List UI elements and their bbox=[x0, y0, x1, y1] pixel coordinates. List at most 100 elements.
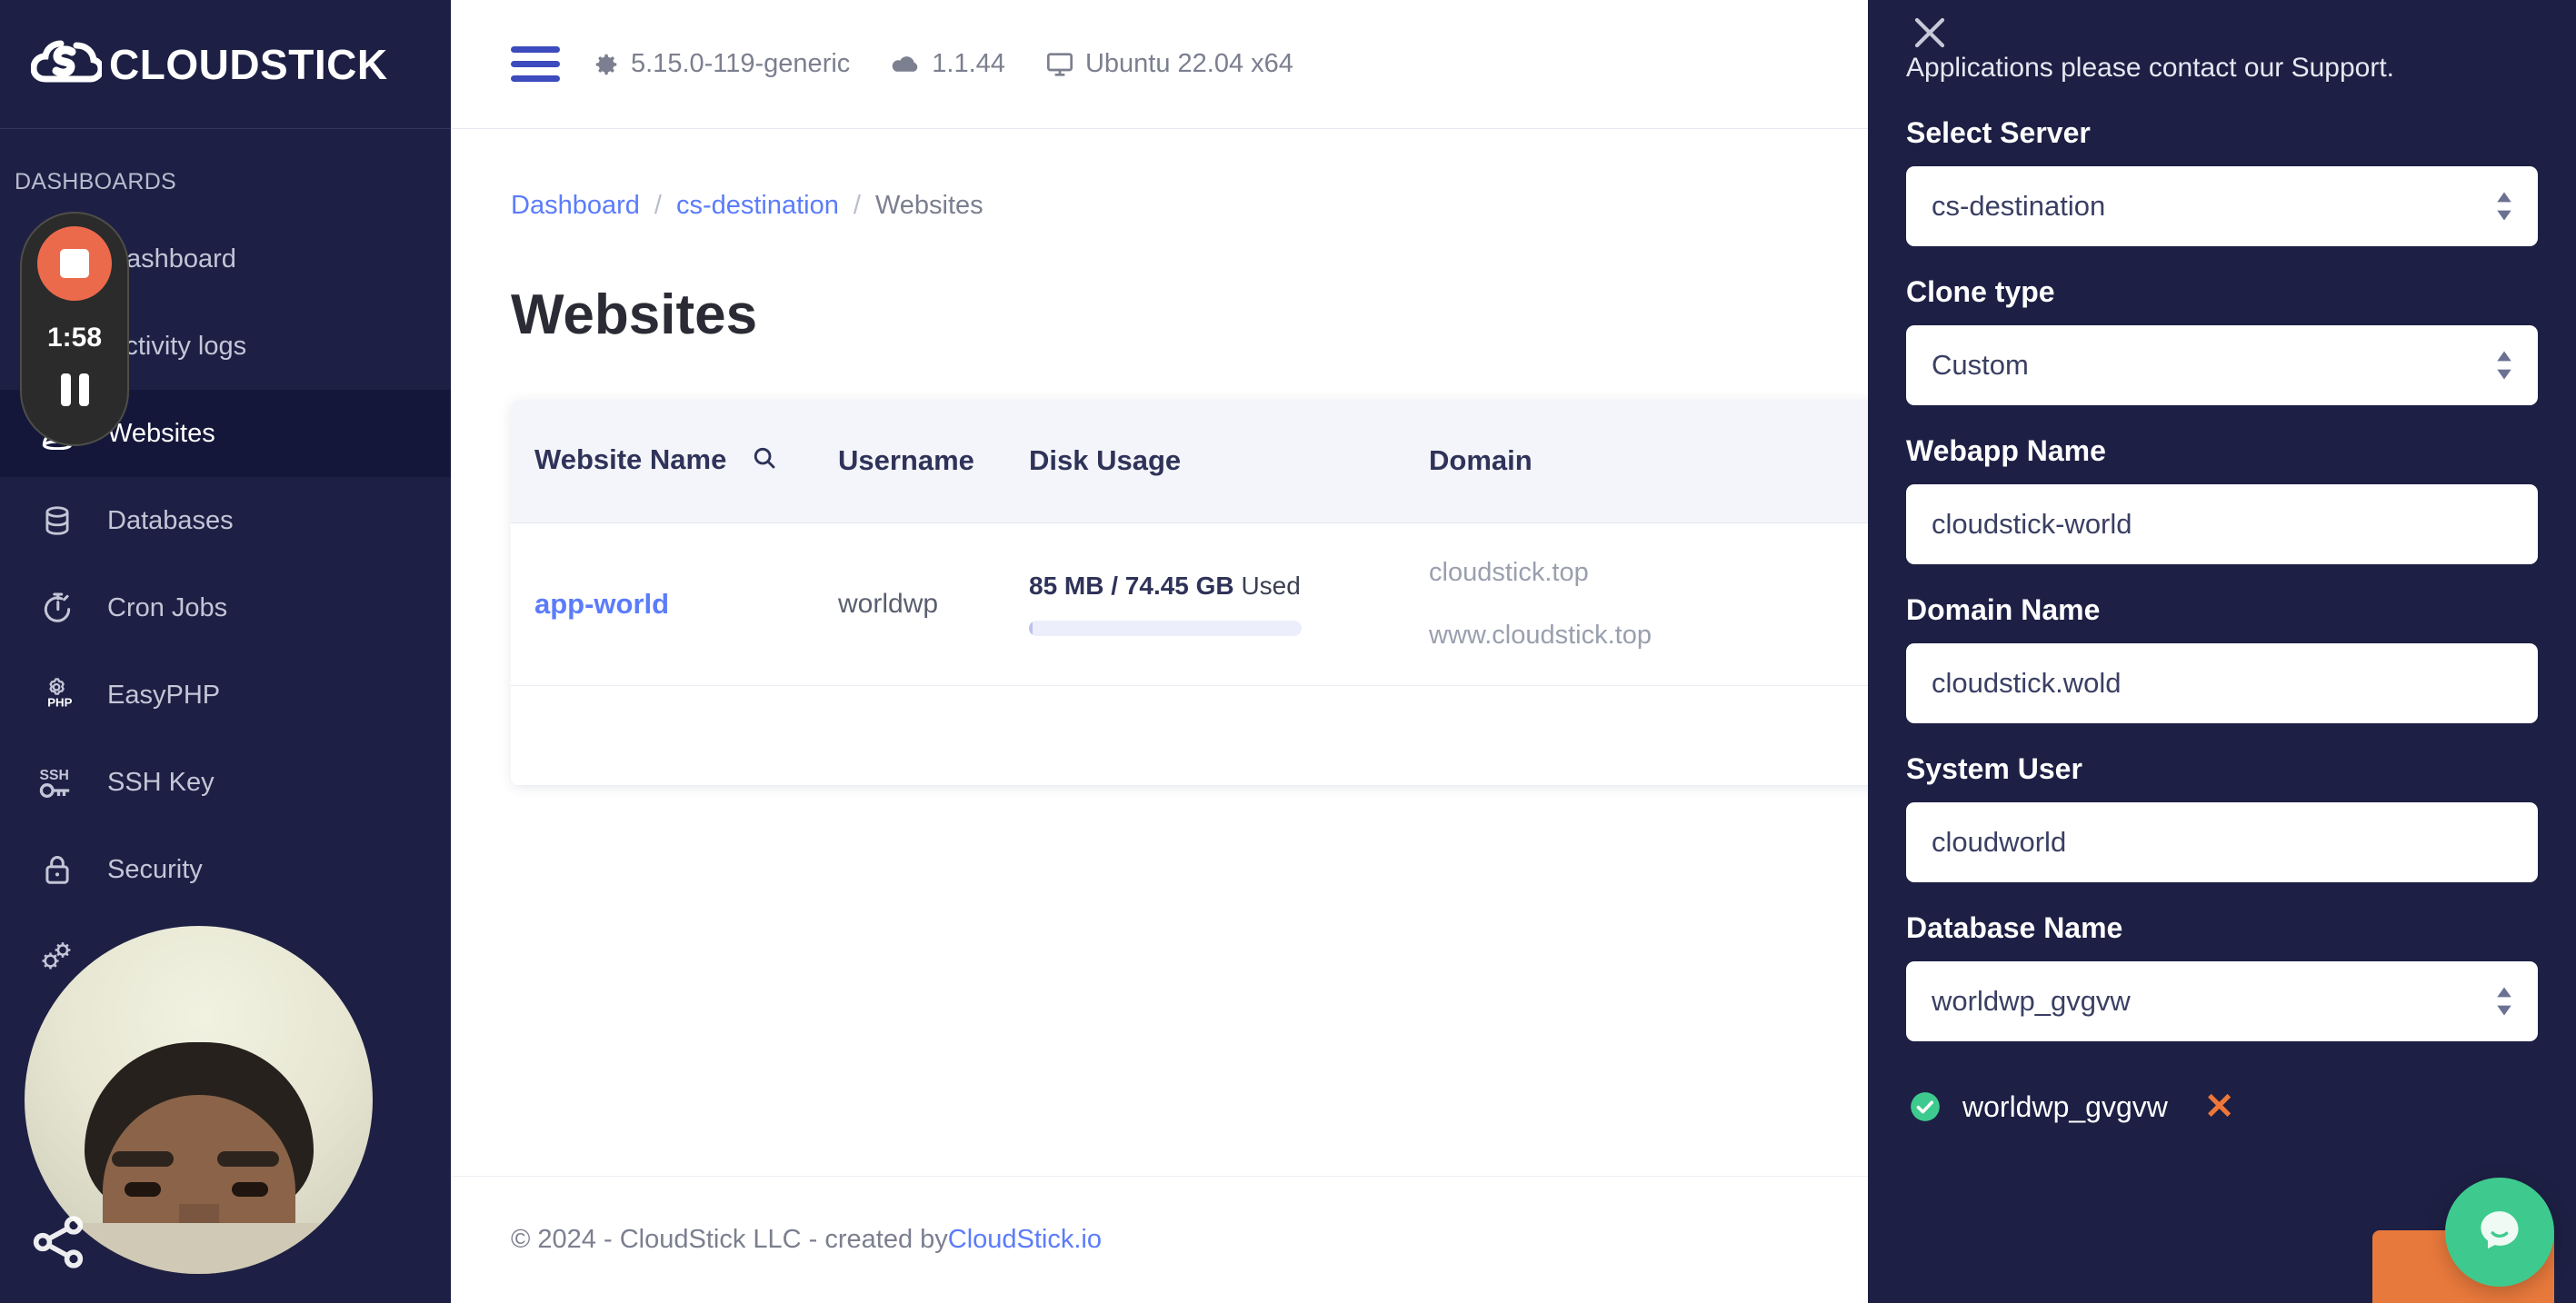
x-remove-icon[interactable]: ✕ bbox=[2204, 1089, 2235, 1125]
clone-webapp-panel: Applications please contact our Support.… bbox=[1868, 0, 2576, 1303]
breadcrumb-cs-destination[interactable]: cs-destination bbox=[676, 191, 839, 221]
domain-name-input[interactable]: cloudstick.wold bbox=[1906, 643, 2538, 723]
field-system-user: System User cloudworld bbox=[1868, 752, 2576, 882]
field-label: System User bbox=[1906, 752, 2538, 786]
cell-disk-usage: 85 MB / 74.45 GB Used bbox=[1029, 522, 1429, 685]
table-row[interactable]: app-world worldwp 85 MB / 74.45 GB Used … bbox=[511, 522, 2056, 685]
clone-type-dropdown[interactable]: Custom bbox=[1906, 325, 2538, 405]
column-header-username[interactable]: Username bbox=[838, 400, 1029, 522]
system-user-value: cloudworld bbox=[1932, 826, 2066, 859]
footer-link[interactable]: CloudStick.io bbox=[948, 1225, 1102, 1255]
pause-icon[interactable] bbox=[61, 373, 89, 406]
field-clone-type: Clone type Custom bbox=[1868, 275, 2576, 405]
field-label: Select Server bbox=[1906, 116, 2538, 150]
sidebar-item-label: Websites bbox=[107, 419, 215, 449]
sidebar-item-label: Cron Jobs bbox=[107, 593, 227, 623]
stopwatch-icon bbox=[27, 591, 87, 625]
database-status-row: worldwp_gvgvw ✕ bbox=[1868, 1070, 2576, 1125]
table-header-row: Website Name Username Disk Usage Domain … bbox=[511, 400, 2056, 522]
sidebar-item-security[interactable]: Security bbox=[0, 826, 451, 913]
footer-text: © 2024 - CloudStick LLC - created by bbox=[511, 1225, 948, 1255]
sidebar-item-databases[interactable]: Databases bbox=[0, 477, 451, 564]
websites-table: Website Name Username Disk Usage Domain … bbox=[511, 400, 2056, 786]
sidebar-item-cron-jobs[interactable]: Cron Jobs bbox=[0, 564, 451, 652]
disk-usage-text: 85 MB / 74.45 GB Used bbox=[1029, 572, 1429, 601]
sidebar-item-label: Security bbox=[107, 855, 203, 885]
table-head: Website Name Username Disk Usage Domain … bbox=[511, 400, 2056, 522]
field-label: Database Name bbox=[1906, 911, 2538, 945]
breadcrumb-separator: / bbox=[854, 191, 861, 221]
system-user-input[interactable]: cloudworld bbox=[1906, 802, 2538, 882]
database-icon bbox=[27, 503, 87, 538]
table-empty-row bbox=[511, 685, 2056, 785]
cloudstick-logo-icon bbox=[31, 36, 102, 93]
os-version: Ubuntu 22.04 x64 bbox=[1045, 49, 1293, 79]
svg-text:SSH: SSH bbox=[40, 768, 69, 783]
field-label: Domain Name bbox=[1906, 593, 2538, 627]
database-status-value: worldwp_gvgvw bbox=[1962, 1090, 2168, 1124]
disk-usage-value: 85 MB / 74.45 GB bbox=[1029, 572, 1234, 600]
webcam-eye-left bbox=[125, 1182, 161, 1197]
table-body: app-world worldwp 85 MB / 74.45 GB Used … bbox=[511, 522, 2056, 785]
domain-primary: cloudstick.top bbox=[1429, 560, 1874, 586]
field-select-server: Select Server cs-destination bbox=[1868, 116, 2576, 246]
field-database-name: Database Name worldwp_gvgvw bbox=[1868, 911, 2576, 1041]
clone-type-value: Custom bbox=[1932, 349, 2029, 382]
recording-timer: 1:58 bbox=[47, 323, 102, 353]
field-label: Webapp Name bbox=[1906, 434, 2538, 468]
cell-username: worldwp bbox=[838, 522, 1029, 685]
chevron-updown-icon bbox=[2494, 350, 2514, 381]
webcam-brow-right bbox=[217, 1151, 279, 1167]
column-header-domain[interactable]: Domain bbox=[1429, 400, 1874, 522]
field-domain-name: Domain Name cloudstick.wold bbox=[1868, 593, 2576, 723]
share-icon[interactable] bbox=[25, 1209, 92, 1276]
gears-icon bbox=[27, 938, 87, 976]
webapp-name-value: cloudstick-world bbox=[1932, 508, 2132, 541]
column-header-website-name[interactable]: Website Name bbox=[511, 400, 838, 522]
column-label: Website Name bbox=[534, 443, 726, 475]
chat-bubble-icon[interactable] bbox=[2445, 1178, 2554, 1287]
sidebar-item-ssh-key[interactable]: SSH SSH Key bbox=[0, 739, 451, 826]
sidebar-item-easyphp[interactable]: PHP EasyPHP bbox=[0, 652, 451, 739]
brand-name: CLOUDSTICK bbox=[109, 40, 388, 89]
select-server-value: cs-destination bbox=[1932, 190, 2105, 223]
search-icon[interactable] bbox=[751, 444, 778, 479]
website-name-link[interactable]: app-world bbox=[534, 588, 669, 620]
brand-logo-area[interactable]: CLOUDSTICK bbox=[0, 0, 451, 129]
close-icon[interactable] bbox=[1904, 7, 1955, 58]
ssh-key-icon: SSH bbox=[27, 764, 87, 801]
cell-domain: cloudstick.top www.cloudstick.top bbox=[1429, 522, 1874, 685]
svg-text:PHP: PHP bbox=[47, 695, 72, 709]
webcam-brow-left bbox=[112, 1151, 174, 1167]
chevron-updown-icon bbox=[2494, 986, 2514, 1017]
field-label: Clone type bbox=[1906, 275, 2538, 309]
panel-form: Select Server cs-destination Clone type … bbox=[1868, 116, 2576, 1125]
gear-icon bbox=[593, 51, 620, 78]
sidebar-item-label: SSH Key bbox=[107, 768, 215, 798]
domain-www: www.cloudstick.top bbox=[1429, 622, 1874, 649]
kernel-version-value: 5.15.0-119-generic bbox=[631, 49, 850, 79]
column-header-disk-usage[interactable]: Disk Usage bbox=[1029, 400, 1429, 522]
disk-usage-suffix: Used bbox=[1241, 572, 1300, 600]
sidebar-section-label: DASHBOARDS bbox=[0, 129, 451, 215]
chevron-updown-icon bbox=[2494, 191, 2514, 222]
sidebar-item-label: Databases bbox=[107, 506, 234, 536]
disk-usage-progressbar bbox=[1029, 621, 1302, 636]
agent-version: 1.1.44 bbox=[890, 49, 1005, 79]
domain-name-value: cloudstick.wold bbox=[1932, 667, 2121, 700]
cloud-icon bbox=[890, 53, 921, 76]
breadcrumb-dashboard[interactable]: Dashboard bbox=[511, 191, 640, 221]
sidebar-item-label: EasyPHP bbox=[107, 681, 220, 711]
database-name-value: worldwp_gvgvw bbox=[1932, 985, 2131, 1018]
database-name-dropdown[interactable]: worldwp_gvgvw bbox=[1906, 961, 2538, 1041]
webapp-name-input[interactable]: cloudstick-world bbox=[1906, 484, 2538, 564]
screen-recorder-widget: 1:58 bbox=[20, 212, 129, 446]
panel-intro-text: Applications please contact our Support. bbox=[1906, 53, 2542, 84]
stop-recording-icon[interactable] bbox=[37, 226, 112, 301]
breadcrumb-separator: / bbox=[654, 191, 662, 221]
cell-website-name: app-world bbox=[511, 522, 838, 685]
monitor-icon bbox=[1045, 51, 1074, 78]
hamburger-icon[interactable] bbox=[511, 46, 560, 82]
select-server-dropdown[interactable]: cs-destination bbox=[1906, 166, 2538, 246]
field-webapp-name: Webapp Name cloudstick-world bbox=[1868, 434, 2576, 564]
